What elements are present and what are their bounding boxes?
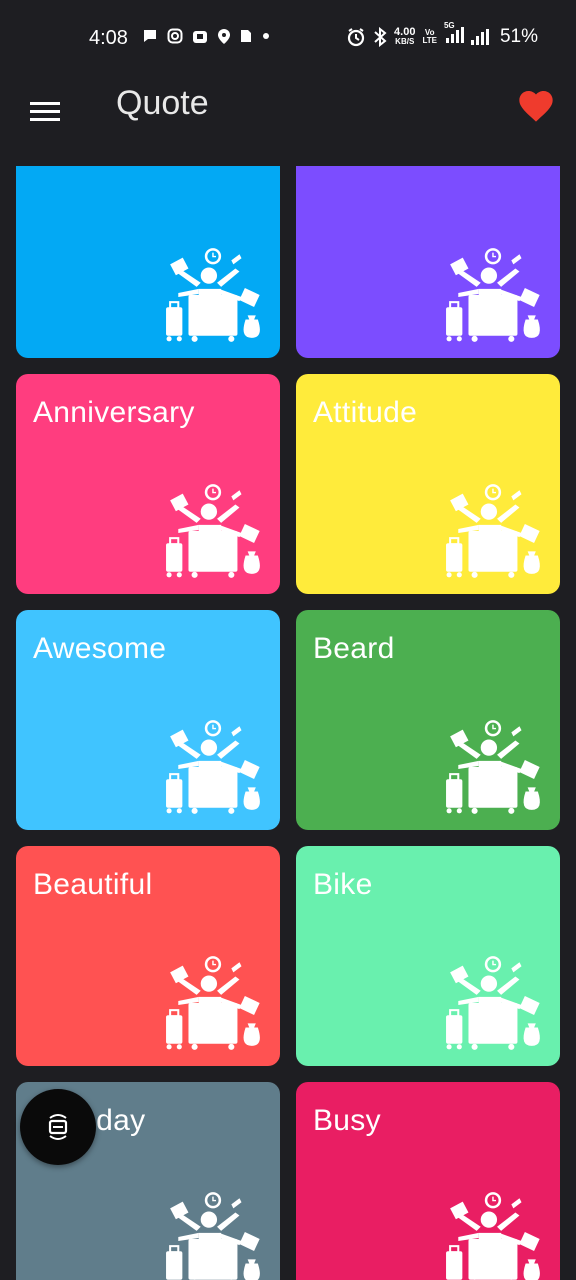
status-bar: 4:08 4.00 KB/S Vo LTE 5G 51% <box>0 0 576 78</box>
sim-icon <box>241 30 251 42</box>
busy-worker-illustration <box>446 720 540 814</box>
menu-icon <box>30 101 60 105</box>
busy-worker-illustration <box>446 956 540 1050</box>
bluetooth-icon <box>374 27 387 47</box>
category-card[interactable]: Beard <box>296 610 560 830</box>
screen-rotate-icon <box>48 1114 68 1140</box>
busy-worker-illustration <box>166 1192 260 1280</box>
instagram-icon <box>167 28 183 44</box>
rotate-screen-button[interactable] <box>20 1089 96 1165</box>
alarm-icon <box>347 28 365 47</box>
category-card[interactable] <box>296 166 560 358</box>
status-system-icons: 4.00 KB/S Vo LTE 5G 51% <box>346 21 538 48</box>
category-label: Busy <box>313 1104 381 1137</box>
signal-5g: 5G <box>444 21 464 47</box>
favorites-button[interactable] <box>516 86 556 126</box>
network-speed-value: 4.00 <box>394 26 416 38</box>
category-label: Beard <box>313 632 395 665</box>
page-title: Quote <box>116 84 209 122</box>
location-icon <box>218 29 230 44</box>
busy-worker-illustration <box>166 484 260 578</box>
signal-icon <box>470 29 491 45</box>
heart-icon <box>519 91 553 122</box>
category-label: Awesome <box>33 632 167 665</box>
status-notification-icons <box>142 28 271 44</box>
busy-worker-illustration <box>166 720 260 814</box>
app-bar: Quote <box>0 78 576 166</box>
category-label: Attitude <box>313 396 418 429</box>
network-speed-unit: KB/S <box>395 37 415 46</box>
volte-badge: Vo LTE <box>422 28 437 45</box>
category-card[interactable] <box>16 166 280 358</box>
busy-worker-illustration <box>446 1192 540 1280</box>
shop-icon <box>193 31 207 43</box>
category-card[interactable]: Attitude <box>296 374 560 594</box>
busy-worker-illustration <box>166 248 260 342</box>
category-card[interactable]: Bike <box>296 846 560 1066</box>
category-card[interactable]: Beautiful <box>16 846 280 1066</box>
signal-icon <box>444 27 464 43</box>
category-label: Anniversary <box>33 396 195 429</box>
busy-worker-illustration <box>166 956 260 1050</box>
category-card[interactable]: Busy <box>296 1082 560 1280</box>
messages-icon <box>144 30 156 42</box>
category-label: Beautiful <box>33 868 153 901</box>
menu-button[interactable] <box>24 90 66 132</box>
busy-worker-illustration <box>446 484 540 578</box>
category-card[interactable]: Anniversary <box>16 374 280 594</box>
busy-worker-illustration <box>446 248 540 342</box>
category-card[interactable]: Awesome <box>16 610 280 830</box>
dot-icon <box>263 33 269 39</box>
battery-percent: 51% <box>499 26 538 47</box>
category-label: Bike <box>313 868 373 901</box>
status-time: 4:08 <box>89 27 128 49</box>
network-speed: 4.00 KB/S <box>394 26 416 47</box>
